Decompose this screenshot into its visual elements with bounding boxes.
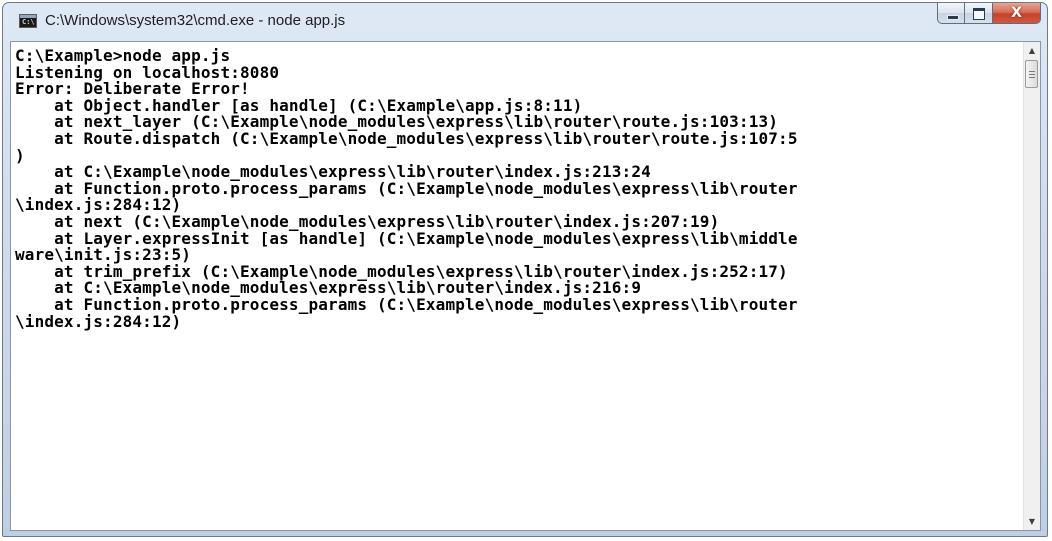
cmd-prompt-icon[interactable]: C:\ (19, 14, 37, 28)
title-bar[interactable]: C:\ C:\Windows\system32\cmd.exe - node a… (3, 3, 1047, 41)
caption-buttons: X (937, 3, 1041, 25)
close-icon: X (1011, 5, 1022, 21)
console-line: at Route.dispatch (C:\Example\node_modul… (15, 128, 798, 148)
cmd-window: C:\ C:\Windows\system32\cmd.exe - node a… (2, 2, 1048, 537)
scroll-up-arrow-icon[interactable]: ▲ (1024, 42, 1040, 59)
scroll-thumb[interactable] (1025, 60, 1038, 88)
scroll-down-arrow-icon[interactable]: ▼ (1024, 513, 1040, 530)
cmd-prompt-icon-text: C:\ (22, 18, 35, 26)
thumb-grip-line (1029, 77, 1035, 78)
console-output[interactable]: C:\Example>node app.js Listening on local… (11, 42, 1023, 530)
console-line: \index.js:284:12) (15, 311, 182, 331)
vertical-scrollbar[interactable]: ▲ ▼ (1023, 42, 1040, 530)
close-button[interactable]: X (993, 3, 1041, 24)
console-line: at Function.proto.process_params (C:\Exa… (15, 294, 798, 314)
minimize-icon (947, 15, 959, 20)
thumb-grip-line (1029, 74, 1035, 75)
maximize-icon (973, 8, 985, 20)
console-lines: C:\Example>node app.js Listening on local… (15, 47, 798, 331)
minimize-button[interactable] (937, 3, 965, 24)
thumb-grip-line (1029, 71, 1035, 72)
console-client-area: C:\Example>node app.js Listening on local… (10, 41, 1041, 531)
maximize-button[interactable] (965, 3, 993, 24)
window-title: C:\Windows\system32\cmd.exe - node app.j… (45, 12, 346, 29)
